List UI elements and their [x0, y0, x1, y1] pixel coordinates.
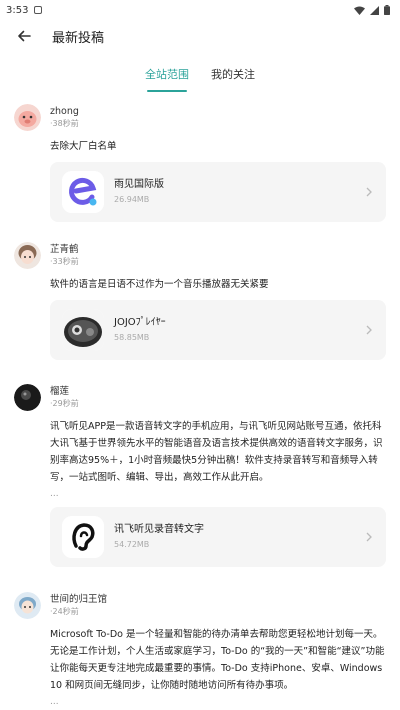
- status-time: 3:53: [6, 4, 29, 16]
- status-bar: 3:53: [0, 0, 400, 20]
- app-card[interactable]: JOJOﾌﾟﾚｲﾔｰ 58.85MB: [50, 300, 386, 360]
- avatar[interactable]: [14, 383, 41, 411]
- back-button[interactable]: [14, 26, 34, 46]
- app-name: 雨见国际版: [114, 179, 164, 190]
- tab-following[interactable]: 我的关注: [211, 60, 255, 88]
- app-icon: [62, 309, 104, 351]
- app-card[interactable]: 讯飞听见录音转文字 54.72MB: [50, 507, 386, 567]
- username[interactable]: 榴莲: [50, 386, 79, 398]
- avatar[interactable]: [14, 103, 41, 131]
- tab-all-site[interactable]: 全站范围: [145, 60, 189, 92]
- post-text: 软件的语言是日语不过作为一个音乐播放器无关紧要: [50, 279, 269, 290]
- post-time: ·29秒前: [50, 398, 79, 408]
- chevron-right-icon: [364, 532, 374, 542]
- post-time: ·38秒前: [50, 118, 79, 128]
- post-time: ·33秒前: [50, 256, 79, 266]
- post-text: 去除大厂白名单: [50, 141, 117, 152]
- post-text: 讯飞听见APP是一款语音转文字的手机应用，与讯飞听见网站账号互通，依托科大讯飞基…: [50, 421, 383, 483]
- page-title: 最新投稿: [52, 30, 105, 46]
- avatar[interactable]: [14, 241, 41, 269]
- app-name: JOJOﾌﾟﾚｲﾔｰ: [114, 317, 166, 328]
- more-indicator[interactable]: ...: [14, 488, 386, 500]
- app-card[interactable]: 雨见国际版 26.94MB: [50, 162, 386, 222]
- tab-bar: 全站范围 我的关注: [0, 56, 400, 92]
- post-item[interactable]: 榴莲 ·29秒前 讯飞听见APP是一款语音转文字的手机应用，与讯飞听见网站账号互…: [0, 382, 400, 567]
- chevron-right-icon: [364, 187, 374, 197]
- signal-icon: [370, 5, 379, 15]
- app-icon: [62, 516, 104, 558]
- post-text: Microsoft To-Do 是一个轻量和智能的待办清单去帮助您更轻松地计划每…: [50, 629, 385, 691]
- post-item[interactable]: 芷青鹤 ·33秒前 软件的语言是日语不过作为一个音乐播放器无关紧要 JOJOﾌﾟ…: [0, 240, 400, 360]
- app-bar: 最新投稿: [0, 20, 400, 52]
- post-item[interactable]: 世间的归王馆 ·24秒前 Microsoft To-Do 是一个轻量和智能的待办…: [0, 590, 400, 708]
- more-indicator[interactable]: ...: [14, 696, 386, 708]
- username[interactable]: 芷青鹤: [50, 244, 79, 256]
- chevron-right-icon: [364, 325, 374, 335]
- username[interactable]: 世间的归王馆: [50, 594, 107, 606]
- username[interactable]: zhong: [50, 106, 79, 118]
- app-icon: [62, 171, 104, 213]
- avatar[interactable]: [14, 591, 41, 619]
- app-name: 讯飞听见录音转文字: [114, 524, 204, 535]
- post-item[interactable]: zhong ·38秒前 去除大厂白名单 雨见国际版 26.94MB: [0, 102, 400, 222]
- app-size: 58.85MB: [114, 333, 150, 342]
- post-time: ·24秒前: [50, 606, 79, 616]
- wifi-icon: [354, 6, 365, 15]
- app-size: 54.72MB: [114, 540, 150, 549]
- arrow-left-icon: [18, 30, 31, 42]
- battery-icon: [384, 5, 390, 15]
- notification-icon: [34, 6, 43, 14]
- app-size: 26.94MB: [114, 195, 150, 204]
